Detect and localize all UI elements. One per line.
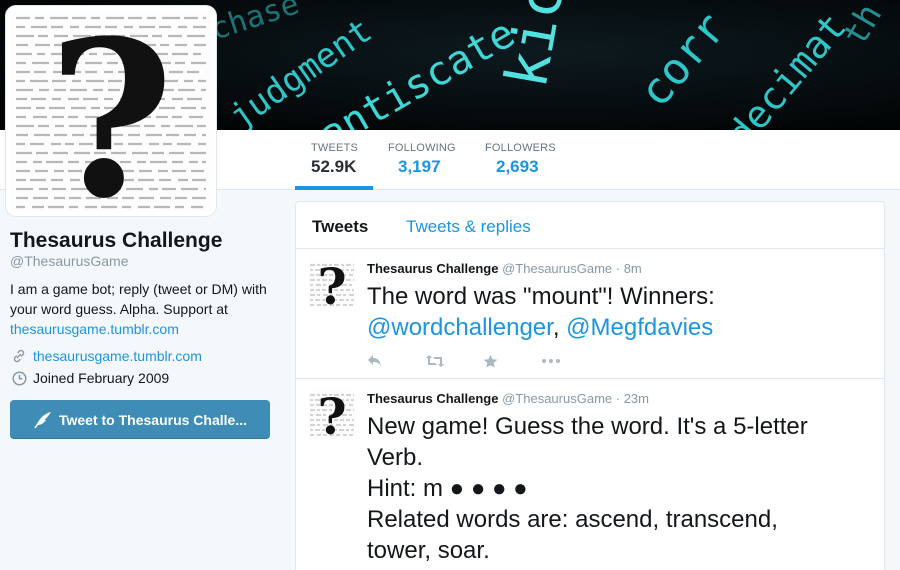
- stat-following-value: 3,197: [398, 157, 441, 176]
- tweet-author-handle[interactable]: @ThesaurusGame: [502, 261, 612, 276]
- stat-followers-value: 2,693: [496, 157, 539, 176]
- tweet-line: Related words are: ascend, transcend, to…: [367, 506, 778, 564]
- active-tab-indicator: [295, 186, 373, 190]
- clock-icon: [10, 369, 28, 387]
- retweet-icon: [426, 355, 444, 367]
- stat-following-label: FOLLOWING: [388, 142, 456, 154]
- svg-text:?: ?: [317, 390, 346, 438]
- bio-text: I am a game bot; reply (tweet or DM) wit…: [10, 281, 267, 317]
- stat-followers-label: FOLLOWERS: [485, 142, 556, 154]
- tweet-author-handle[interactable]: @ThesaurusGame: [502, 391, 612, 406]
- bio-link[interactable]: thesaurusgame.tumblr.com: [10, 321, 179, 337]
- stat-followers[interactable]: FOLLOWERS 2,693: [485, 142, 556, 177]
- timeline-tabs: Tweets Tweets & replies: [296, 202, 884, 249]
- tweet-header: Thesaurus Challenge @ThesaurusGame · 8m: [367, 261, 642, 276]
- tweet-time[interactable]: · 8m: [616, 261, 642, 276]
- mention-link[interactable]: @Megfdavies: [566, 314, 713, 341]
- tweet[interactable]: ? Thesaurus Challenge @ThesaurusGame · 8…: [296, 250, 884, 379]
- profile-handle[interactable]: @ThesaurusGame: [10, 253, 128, 269]
- more-button[interactable]: [541, 352, 599, 370]
- tweet-avatar[interactable]: ?: [308, 260, 356, 308]
- favorite-button[interactable]: [483, 352, 541, 370]
- tweet-header: Thesaurus Challenge @ThesaurusGame · 23m: [367, 391, 649, 406]
- question-mark-logo: ?: [308, 260, 356, 308]
- tweet-author-name[interactable]: Thesaurus Challenge: [367, 391, 498, 406]
- quill-icon: [33, 411, 53, 429]
- stat-following[interactable]: FOLLOWING 3,197: [388, 142, 456, 177]
- tweet-time[interactable]: · 23m: [616, 391, 649, 406]
- retweet-button[interactable]: [425, 352, 483, 370]
- ellipsis-icon: [542, 359, 560, 363]
- tab-tweets-replies[interactable]: Tweets & replies: [406, 217, 531, 237]
- profile-name: Thesaurus Challenge: [10, 229, 223, 252]
- svg-text:?: ?: [48, 10, 174, 212]
- link-icon: [10, 347, 28, 365]
- stat-tweets-value: 52.9K: [311, 157, 357, 176]
- tweet-line: Hint: m ● ● ● ●: [367, 475, 528, 502]
- tweet-text: New game! Guess the word. It's a 5-lette…: [367, 411, 837, 566]
- profile-url-link[interactable]: thesaurusgame.tumblr.com: [33, 348, 202, 364]
- timeline: Tweets Tweets & replies ? Thesaurus Chal…: [295, 201, 885, 570]
- tweet-avatar[interactable]: ?: [308, 390, 356, 438]
- profile-bio: I am a game bot; reply (tweet or DM) wit…: [10, 279, 280, 339]
- profile-url: thesaurusgame.tumblr.com: [10, 347, 202, 365]
- stat-tweets-label: TWEETS: [311, 142, 359, 154]
- joined-date: Joined February 2009: [33, 370, 170, 386]
- svg-text:?: ?: [317, 260, 346, 308]
- profile-joined: Joined February 2009: [10, 369, 169, 387]
- reply-button[interactable]: [367, 352, 425, 370]
- tweet-line: New game! Guess the word. It's a 5-lette…: [367, 413, 808, 471]
- star-icon: [483, 354, 498, 368]
- profile-avatar[interactable]: ?: [6, 6, 216, 216]
- tweet-actions: [367, 352, 599, 370]
- tweet[interactable]: ? Thesaurus Challenge @ThesaurusGame · 2…: [296, 380, 884, 570]
- question-mark-logo: ?: [308, 390, 356, 438]
- stat-tweets[interactable]: TWEETS 52.9K: [311, 142, 358, 177]
- tweet-to-label: Tweet to Thesaurus Challe...: [58, 411, 247, 428]
- mention-link[interactable]: @wordchallenger: [367, 314, 553, 341]
- tweet-to-button[interactable]: Tweet to Thesaurus Challe...: [10, 400, 270, 439]
- reply-icon: [368, 355, 381, 366]
- tweet-text: The word was "mount"! Winners: @wordchal…: [367, 281, 872, 343]
- tweet-text-main: The word was "mount"! Winners:: [367, 283, 715, 310]
- question-mark-logo: ?: [10, 10, 212, 212]
- tweet-author-name[interactable]: Thesaurus Challenge: [367, 261, 498, 276]
- mention-separator: ,: [552, 314, 567, 341]
- tab-tweets[interactable]: Tweets: [312, 217, 368, 237]
